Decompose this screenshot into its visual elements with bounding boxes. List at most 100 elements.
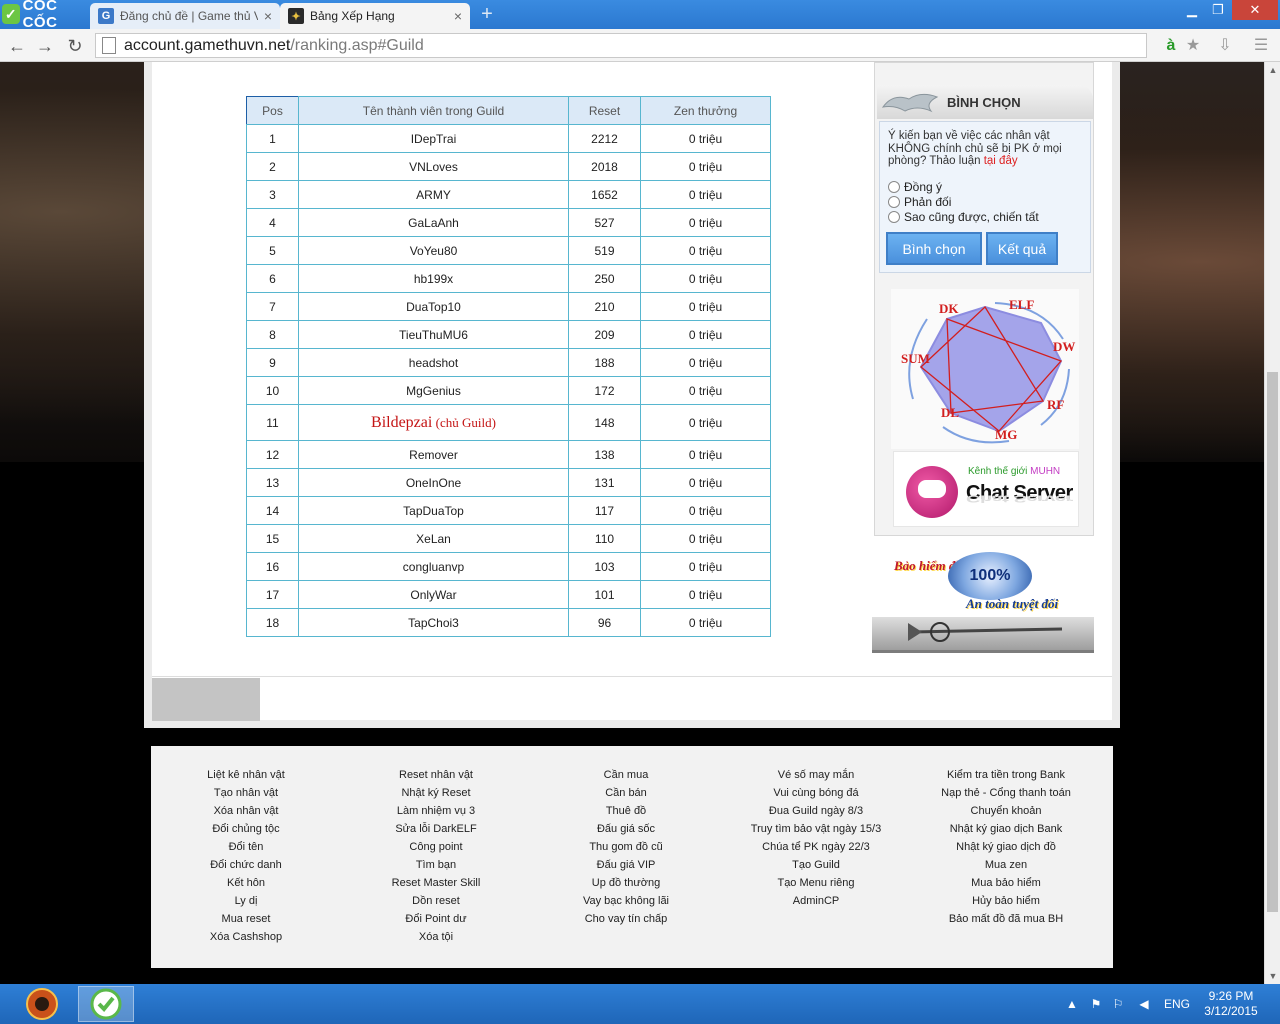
footer-link[interactable]: Công point xyxy=(341,838,531,856)
new-tab-button[interactable]: + xyxy=(478,4,496,24)
page-viewport: Pos Tên thành viên trong Guild Reset Zen… xyxy=(0,62,1264,984)
cell-member-name: congluanvp xyxy=(298,552,569,581)
footer-link[interactable]: Bảo mất đồ đã mua BH xyxy=(911,910,1101,928)
footer-link[interactable]: Vé số may mắn xyxy=(721,766,911,784)
footer-link[interactable]: Tìm bạn xyxy=(341,856,531,874)
footer-link[interactable]: AdminCP xyxy=(721,892,911,910)
footer-link[interactable]: Xóa nhân vật xyxy=(151,802,341,820)
footer-link[interactable]: Mua bảo hiểm xyxy=(911,874,1101,892)
insurance-badge[interactable]: Bảo hiểm đồ 100% An toàn tuyệt đối xyxy=(892,548,1082,614)
scroll-down-icon[interactable]: ▼ xyxy=(1265,968,1280,984)
browser-logo[interactable]: ✓ CỐC CỐC xyxy=(2,0,88,31)
vote-discussion-link[interactable]: tại đây xyxy=(984,155,1018,167)
forward-icon[interactable]: → xyxy=(34,35,56,57)
cell-member-name: DuaTop10 xyxy=(298,292,569,321)
input-language[interactable]: ENG xyxy=(1164,997,1190,1011)
system-clock[interactable]: 9:26 PM 3/12/2015 xyxy=(1198,989,1264,1019)
network-error-icon[interactable]: ⚑ xyxy=(1088,996,1104,1012)
result-button[interactable]: Kết quả xyxy=(986,232,1058,265)
radio-agree[interactable] xyxy=(888,181,900,193)
page-scrollbar[interactable]: ▲ ▼ xyxy=(1264,62,1280,984)
tab-forum[interactable]: G Đăng chủ đề | Game thủ Vi × xyxy=(90,3,280,29)
footer-link[interactable]: Sửa lỗi DarkELF xyxy=(341,820,531,838)
reload-icon[interactable]: ↻ xyxy=(64,35,86,57)
table-row: 9 headshot 188 0 triệu xyxy=(246,348,771,377)
footer-link[interactable]: Tạo nhân vật xyxy=(151,784,341,802)
footer-link[interactable]: Nhật ký giao dịch Bank xyxy=(911,820,1101,838)
footer-link[interactable]: Kết hôn xyxy=(151,874,341,892)
footer-link[interactable]: Đổi chức danh xyxy=(151,856,341,874)
footer-link[interactable]: Ly dị xyxy=(151,892,341,910)
footer-link[interactable]: Tạo Guild xyxy=(721,856,911,874)
table-row: 14 TapDuaTop 117 0 triệu xyxy=(246,496,771,525)
menu-icon[interactable]: ☰ xyxy=(1250,35,1272,57)
footer-link[interactable]: Vay bạc không lãi xyxy=(531,892,721,910)
minimize-icon[interactable]: ▁ xyxy=(1180,0,1204,20)
radio-whatever[interactable] xyxy=(888,211,900,223)
footer-link[interactable]: Dồn reset xyxy=(341,892,531,910)
footer-link[interactable]: Mua reset xyxy=(151,910,341,928)
vote-button[interactable]: Bình chọn xyxy=(886,232,982,265)
vote-option-label: Phản đối xyxy=(904,195,952,209)
cell-reset: 250 xyxy=(568,264,641,293)
footer-link[interactable]: Đổi chủng tộc xyxy=(151,820,341,838)
radio-disagree[interactable] xyxy=(888,196,900,208)
footer-link[interactable]: Đổi Point dư xyxy=(341,910,531,928)
footer-link[interactable]: Vui cùng bóng đá xyxy=(721,784,911,802)
footer-link[interactable]: Cần bán xyxy=(531,784,721,802)
footer-link[interactable]: Làm nhiệm vụ 3 xyxy=(341,802,531,820)
download-icon[interactable]: ⇩ xyxy=(1214,35,1236,57)
footer-link[interactable]: Liệt kê nhân vật xyxy=(151,766,341,784)
scroll-thumb[interactable] xyxy=(1267,372,1278,912)
show-hidden-icons-icon[interactable]: ▲ xyxy=(1064,996,1080,1012)
chat-server-banner[interactable]: Kênh thế giới MUHN Chat Server Chat Serv… xyxy=(893,451,1079,527)
footer-link[interactable]: Hủy bảo hiểm xyxy=(911,892,1101,910)
footer-link[interactable]: Cần mua xyxy=(531,766,721,784)
taskbar-game-launcher[interactable] xyxy=(14,986,70,1022)
footer-link[interactable]: Chuyển khoản xyxy=(911,802,1101,820)
table-row: 11 Bildepzai (chủ Guild) 148 0 triệu xyxy=(246,404,771,441)
address-bar[interactable]: account.gamethuvn.net /ranking.asp#Guild xyxy=(95,33,1147,58)
vote-option-agree[interactable]: Đồng ý xyxy=(888,180,942,194)
vote-option-whatever[interactable]: Sao cũng được, chiến tất xyxy=(888,210,1039,224)
taskbar-coccoc-browser[interactable] xyxy=(78,986,134,1022)
footer-link[interactable]: Thu gom đồ cũ xyxy=(531,838,721,856)
footer-link[interactable]: Đấu giá sốc xyxy=(531,820,721,838)
footer-link[interactable]: Đua Guild ngày 8/3 xyxy=(721,802,911,820)
footer-link[interactable]: Reset nhân vật xyxy=(341,766,531,784)
footer-link[interactable]: Nhật ký giao dịch đồ xyxy=(911,838,1101,856)
footer-link[interactable]: Chúa tể PK ngày 22/3 xyxy=(721,838,911,856)
volume-icon[interactable]: ◀ xyxy=(1136,996,1152,1012)
footer-link[interactable]: Cho vay tín chấp xyxy=(531,910,721,928)
footer-link[interactable]: Xóa Cashshop xyxy=(151,928,341,946)
footer-link[interactable]: Nhật ký Reset xyxy=(341,784,531,802)
footer-link[interactable]: Up đồ thường xyxy=(531,874,721,892)
footer-link[interactable]: Tạo Menu riêng xyxy=(721,874,911,892)
footer-link[interactable]: Nạp thẻ - Cổng thanh toán xyxy=(911,784,1101,802)
cell-zen: 0 triệu xyxy=(640,348,771,377)
close-window-icon[interactable]: ✕ xyxy=(1232,0,1278,20)
scroll-up-icon[interactable]: ▲ xyxy=(1265,62,1280,78)
footer-link[interactable]: Thuê đồ xyxy=(531,802,721,820)
cell-reset: 527 xyxy=(568,208,641,237)
bookmark-star-icon[interactable]: ★ xyxy=(1182,35,1204,57)
tab-title: Đăng chủ đề | Game thủ Vi xyxy=(120,9,258,23)
vote-option-disagree[interactable]: Phản đối xyxy=(888,195,951,209)
footer-link[interactable]: Reset Master Skill xyxy=(341,874,531,892)
tab-ranking[interactable]: ✦ Bảng Xếp Hạng × xyxy=(280,3,470,29)
footer-link[interactable]: Truy tìm bảo vật ngày 15/3 xyxy=(721,820,911,838)
restore-icon[interactable]: ❐ xyxy=(1206,0,1230,20)
column-header-reset: Reset xyxy=(568,96,641,125)
back-icon[interactable]: ← xyxy=(6,35,28,57)
footer-link[interactable]: Xóa tội xyxy=(341,928,531,946)
vote-question-text: Ý kiến bạn về việc các nhân vật KHÔNG ch… xyxy=(888,130,1062,167)
tab-close-icon[interactable]: × xyxy=(454,8,462,24)
coccoc-addon-icon[interactable]: à xyxy=(1160,35,1182,57)
action-center-icon[interactable]: ⚐ xyxy=(1110,996,1126,1012)
footer-grey-tab xyxy=(152,678,260,721)
tab-close-icon[interactable]: × xyxy=(264,8,272,24)
footer-link[interactable]: Đổi tên xyxy=(151,838,341,856)
footer-link[interactable]: Mua zen xyxy=(911,856,1101,874)
footer-link[interactable]: Kiểm tra tiền trong Bank xyxy=(911,766,1101,784)
footer-link[interactable]: Đấu giá VIP xyxy=(531,856,721,874)
